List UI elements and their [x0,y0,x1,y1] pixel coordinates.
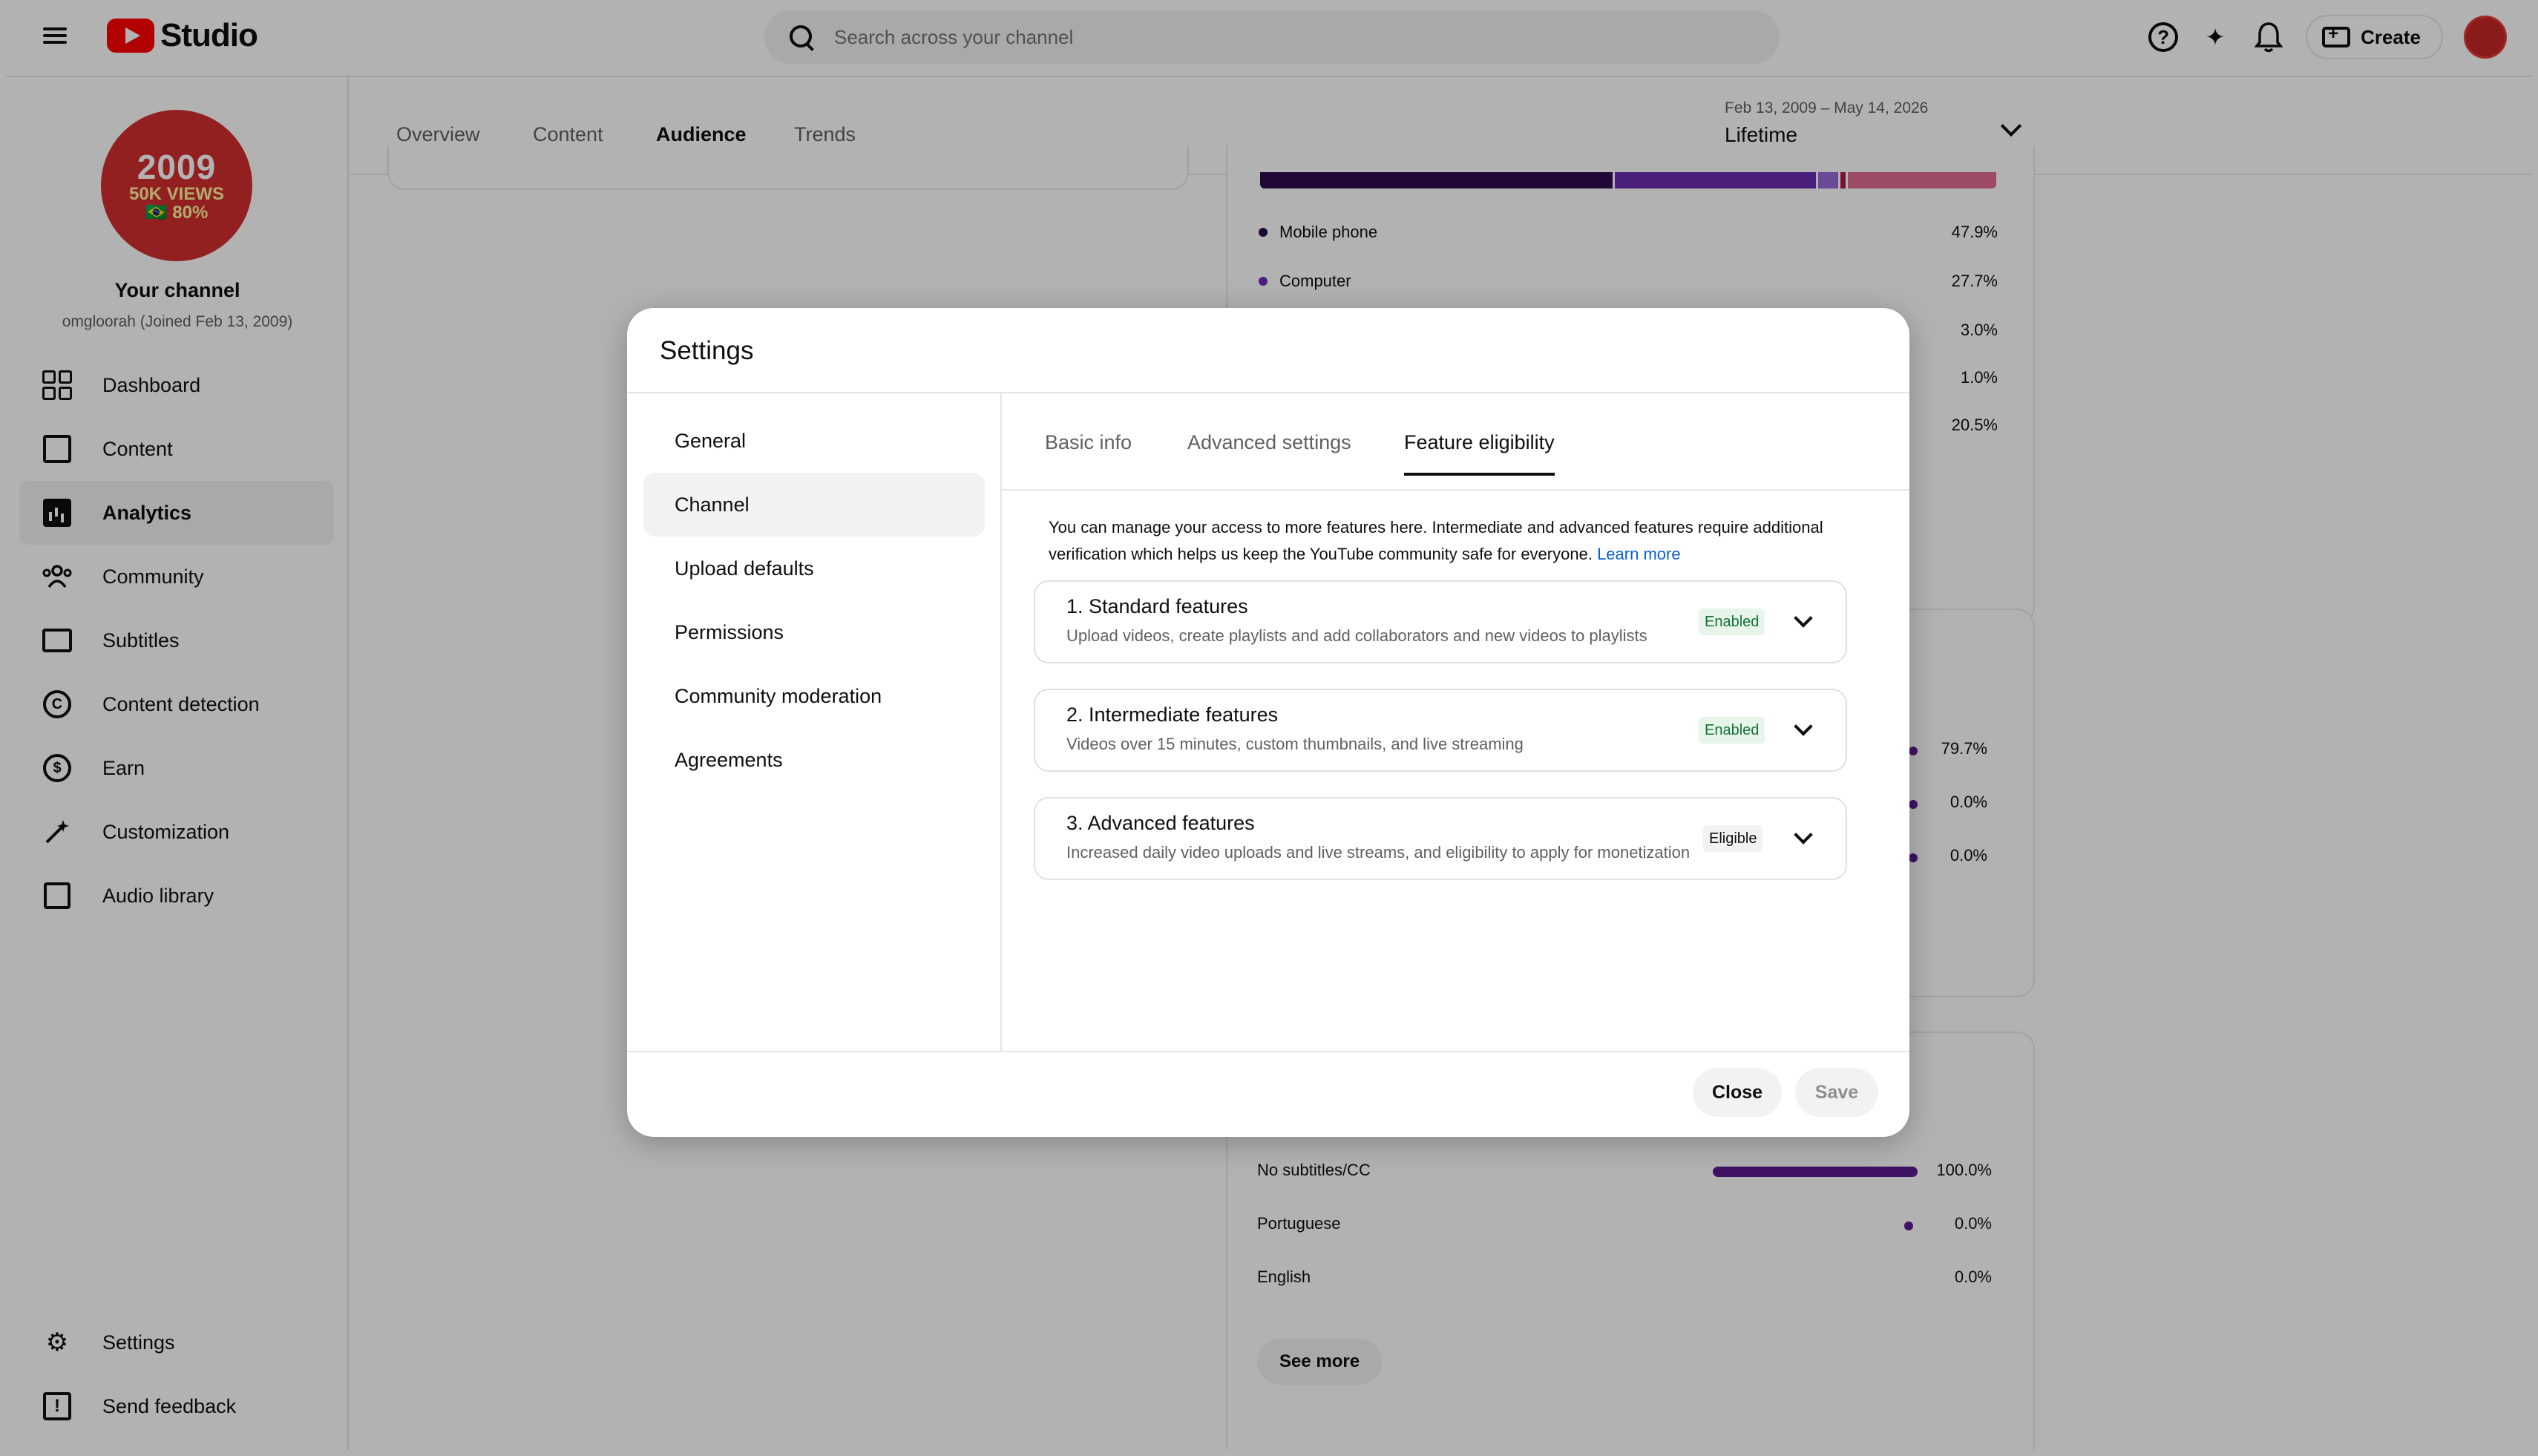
feature-card-standard[interactable]: 1. Standard features Upload videos, crea… [1034,580,1847,663]
settings-nav-general[interactable]: General [643,409,985,473]
settings-nav-community-moderation[interactable]: Community moderation [643,664,985,728]
feature-description: Videos over 15 minutes, custom thumbnail… [1066,735,1524,753]
chevron-down-icon[interactable] [1794,609,1813,628]
dialog-title: Settings [660,336,754,365]
learn-more-link[interactable]: Learn more [1597,545,1681,563]
status-badge: Enabled [1699,609,1765,635]
feature-description: Increased daily video uploads and live s… [1066,843,1691,862]
close-button[interactable]: Close [1693,1068,1782,1117]
tab-advanced-settings[interactable]: Advanced settings [1187,431,1351,454]
feature-title: 3. Advanced features [1066,812,1255,834]
settings-nav-upload-defaults[interactable]: Upload defaults [643,537,985,600]
intro-text: You can manage your access to more featu… [1049,518,1823,563]
divider [627,1051,1909,1052]
divider [1000,393,1002,1051]
save-button[interactable]: Save [1795,1068,1878,1117]
feature-description: Upload videos, create playlists and add … [1066,626,1647,645]
settings-nav-channel[interactable]: Channel [643,473,985,537]
feature-card-intermediate[interactable]: 2. Intermediate features Videos over 15 … [1034,689,1847,772]
tab-basic-info[interactable]: Basic info [1045,431,1132,454]
feature-title: 2. Intermediate features [1066,704,1279,726]
status-badge: Eligible [1703,825,1763,852]
tab-feature-eligibility[interactable]: Feature eligibility [1404,431,1555,476]
feature-title: 1. Standard features [1066,595,1248,617]
chevron-down-icon[interactable] [1794,717,1813,736]
feature-card-advanced[interactable]: 3. Advanced features Increased daily vid… [1034,797,1847,880]
settings-nav: General Channel Upload defaults Permissi… [643,409,985,792]
chevron-down-icon[interactable] [1794,825,1813,845]
settings-nav-agreements[interactable]: Agreements [643,728,985,792]
channel-settings-tabs: Basic info Advanced settings Feature eli… [1002,393,1909,491]
feature-eligibility-intro: You can manage your access to more featu… [1049,514,1828,568]
settings-dialog: Settings General Channel Upload defaults… [627,308,1909,1137]
status-badge: Enabled [1699,717,1765,744]
settings-nav-permissions[interactable]: Permissions [643,600,985,664]
